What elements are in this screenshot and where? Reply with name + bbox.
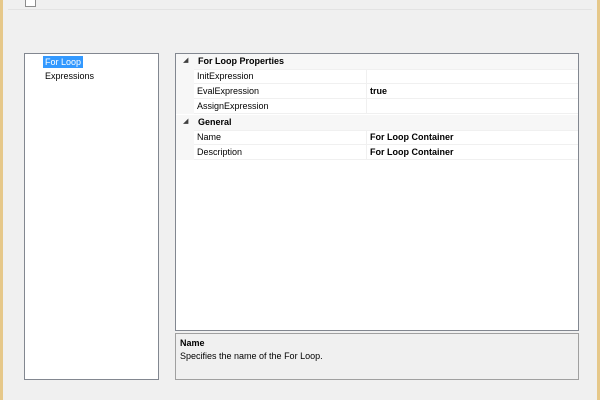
property-value[interactable]: For Loop Container (367, 145, 578, 160)
property-row-assignexpression[interactable]: AssignExpression (176, 99, 578, 114)
property-row-initexpression[interactable]: InitExpression (176, 69, 578, 84)
description-text: Specifies the name of the For Loop. (180, 351, 323, 361)
window-frame-left (0, 0, 3, 400)
row-gutter (176, 145, 194, 160)
row-gutter (176, 130, 194, 145)
nav-item-for-loop[interactable]: For Loop (43, 56, 84, 68)
nav-panel: For Loop Expressions (24, 53, 159, 380)
checkbox-icon[interactable] (25, 0, 36, 7)
property-name: AssignExpression (194, 99, 367, 114)
property-name: Name (194, 130, 367, 145)
property-name: EvalExpression (194, 84, 367, 99)
property-value[interactable]: true (367, 84, 578, 99)
category-label: General (198, 117, 232, 127)
row-gutter (176, 69, 194, 84)
row-gutter (176, 99, 194, 114)
expanded-triangle-icon[interactable]: ◢ (183, 117, 188, 125)
property-value[interactable] (367, 99, 578, 114)
nav-item-expressions[interactable]: Expressions (43, 70, 96, 82)
category-general[interactable]: ◢ General (176, 115, 578, 131)
property-grid: ◢ For Loop Properties InitExpression Eva… (175, 53, 579, 331)
expanded-triangle-icon[interactable]: ◢ (183, 56, 188, 64)
property-row-name[interactable]: Name For Loop Container (176, 130, 578, 145)
category-label: For Loop Properties (198, 56, 285, 66)
property-name: Description (194, 145, 367, 160)
property-name: InitExpression (194, 69, 367, 84)
property-row-description[interactable]: Description For Loop Container (176, 145, 578, 160)
property-value[interactable] (367, 69, 578, 84)
row-gutter (176, 84, 194, 99)
property-row-evalexpression[interactable]: EvalExpression true (176, 84, 578, 99)
description-title: Name (180, 338, 205, 348)
description-panel: Name Specifies the name of the For Loop. (175, 333, 579, 380)
category-for-loop-properties[interactable]: ◢ For Loop Properties (176, 54, 578, 70)
divider (8, 9, 592, 10)
property-value[interactable]: For Loop Container (367, 130, 578, 145)
